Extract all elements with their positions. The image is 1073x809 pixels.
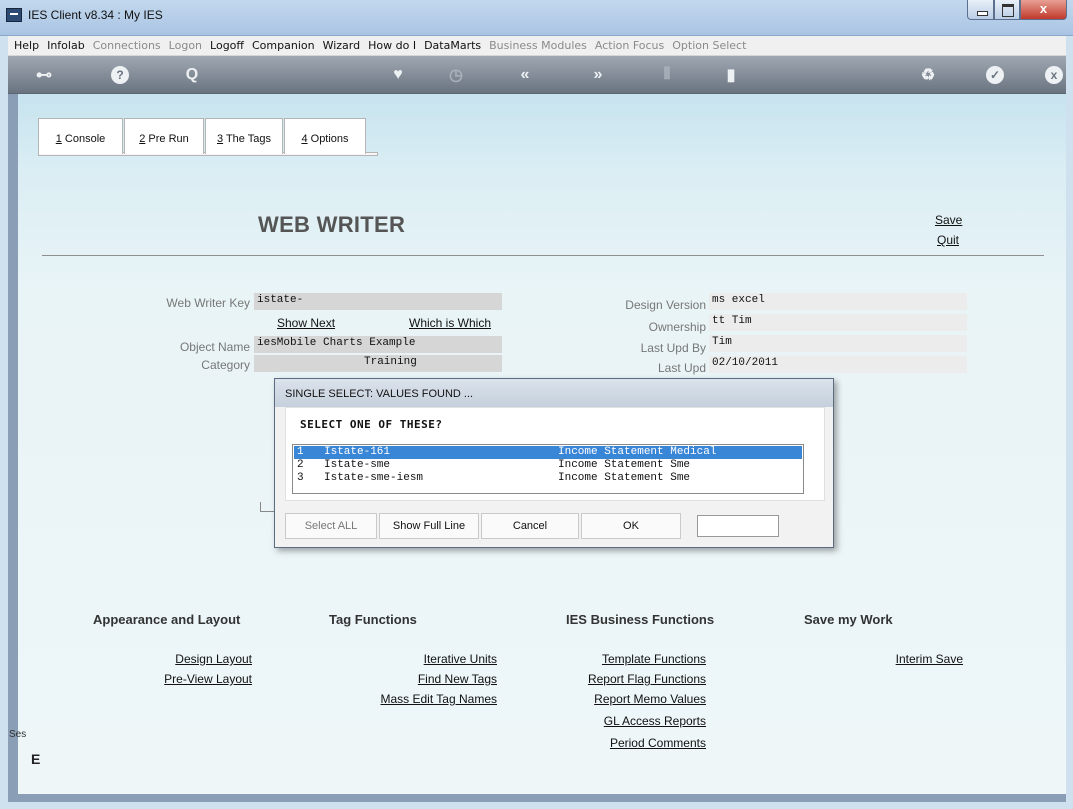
cancel-button[interactable]: Cancel [481,513,579,539]
save-link[interactable]: Save [935,213,962,227]
category-field[interactable]: Training [254,355,502,372]
show-next-link[interactable]: Show Next [277,316,335,330]
last-upd-by-label: Last Upd By [640,341,706,355]
report-memo-values-link[interactable]: Report Memo Values [594,692,706,706]
menu-option-select[interactable]: Option Select [668,39,750,52]
page-title: WEB WRITER [258,212,406,237]
menu-bar: Help Infolab Connections Logon Logoff Co… [8,36,1066,56]
app-icon [6,8,22,22]
menu-how-do-i[interactable]: How do I [364,39,420,52]
gl-access-reports-link[interactable]: GL Access Reports [604,714,706,728]
single-select-dialog: SINGLE SELECT: VALUES FOUND ... SELECT O… [274,378,834,548]
heart-icon[interactable]: ♥ [386,64,410,86]
preview-layout-link[interactable]: Pre-View Layout [164,672,252,686]
ok-button[interactable]: OK [581,513,681,539]
object-name-field[interactable]: iesMobile Charts Example [254,336,502,353]
section-title-save: Save my Work [804,612,893,627]
hidden-field-corner [260,502,274,512]
dialog-search-input[interactable] [697,515,779,537]
session-indicator: E [31,751,41,767]
left-frame [8,94,18,794]
section-title-business: IES Business Functions [566,612,715,627]
selection-listbox[interactable]: 1 Istate-161 Income Statement Medical 2 … [292,444,804,494]
dialog-body: SELECT ONE OF THESE? 1 Istate-161 Income… [285,407,825,501]
section-title-tags: Tag Functions [329,612,417,627]
section-title-appearance: Appearance and Layout [93,612,241,627]
tab-the-tags[interactable]: 3 The Tags [205,118,283,154]
report-flag-functions-link[interactable]: Report Flag Functions [588,672,706,686]
menu-infolab[interactable]: Infolab [43,39,89,52]
session-label: Ses [9,729,27,740]
design-version-field[interactable]: ms excel [709,293,967,310]
select-all-button[interactable]: Select ALL [285,513,377,539]
menu-logoff[interactable]: Logoff [206,39,248,52]
find-new-tags-link[interactable]: Find New Tags [418,672,497,686]
last-upd-by-field[interactable]: Tim [709,335,967,352]
last-upd-label: Last Upd [657,361,706,375]
iterative-units-link[interactable]: Iterative Units [424,652,497,666]
menu-business-modules[interactable]: Business Modules [485,39,591,52]
web-writer-key-label: Web Writer Key [166,296,250,310]
window-title: IES Client v8.34 : My IES [28,8,163,22]
period-comments-link[interactable]: Period Comments [610,736,706,750]
web-writer-key-field[interactable]: istate- [254,293,502,310]
design-layout-link[interactable]: Design Layout [175,652,252,666]
back-icon[interactable]: « [513,64,537,86]
ownership-label: Ownership [648,320,706,334]
ownership-field[interactable]: tt Tim [709,314,967,331]
dialog-title: SINGLE SELECT: VALUES FOUND ... [275,379,833,407]
header-divider [42,255,1044,256]
close-icon[interactable]: x [1042,64,1066,86]
help-icon[interactable]: ? [108,64,132,86]
page-icon[interactable]: ▮ [719,64,743,86]
forward-icon[interactable]: » [586,64,610,86]
close-icon: x [1039,1,1048,16]
maximize-button[interactable] [994,0,1020,20]
tab-console[interactable]: 1 Console [38,118,123,154]
dialog-prompt: SELECT ONE OF THESE? [300,418,443,431]
tab-pre-run[interactable]: 2 Pre Run [124,118,204,154]
object-name-label: Object Name [179,340,250,354]
which-is-which-link[interactable]: Which is Which [409,316,491,330]
minimize-button[interactable] [967,0,994,20]
menu-help[interactable]: Help [10,39,43,52]
list-item[interactable]: 3 Istate-sme-iesm Income Statement Sme [294,472,802,485]
mass-edit-tag-names-link[interactable]: Mass Edit Tag Names [381,692,498,706]
template-functions-link[interactable]: Template Functions [602,652,706,666]
menu-action-focus[interactable]: Action Focus [591,39,668,52]
toolbar: ⊷ ? Q ♥ ◷ « » ⫴ ▮ ♻ ✓ x [8,56,1066,94]
menu-connections[interactable]: Connections [89,39,165,52]
menu-companion[interactable]: Companion [248,39,319,52]
bottom-frame [8,794,1066,802]
columns-icon[interactable]: ⫴ [655,64,679,86]
category-label: Category [201,358,250,372]
menu-datamarts[interactable]: DataMarts [420,39,485,52]
check-icon[interactable]: ✓ [983,64,1007,86]
interim-save-link[interactable]: Interim Save [896,652,963,666]
list-item[interactable]: 1 Istate-161 Income Statement Medical [294,446,802,459]
title-bar: IES Client v8.34 : My IES x [0,0,1073,36]
menu-wizard[interactable]: Wizard [319,39,365,52]
clock-icon[interactable]: ◷ [444,64,468,86]
close-window-button[interactable]: x [1020,0,1067,20]
list-item[interactable]: 2 Istate-sme Income Statement Sme [294,459,802,472]
recycle-icon[interactable]: ♻ [916,64,940,86]
search-icon[interactable]: Q [180,64,204,86]
last-upd-field[interactable]: 02/10/2011 [709,356,967,373]
menu-logon[interactable]: Logon [165,39,206,52]
design-version-label: Design Version [625,298,706,312]
show-full-line-button[interactable]: Show Full Line [379,513,479,539]
key-icon[interactable]: ⊷ [32,64,56,86]
tab-options[interactable]: 4 Options [284,118,366,154]
quit-link[interactable]: Quit [937,233,959,247]
